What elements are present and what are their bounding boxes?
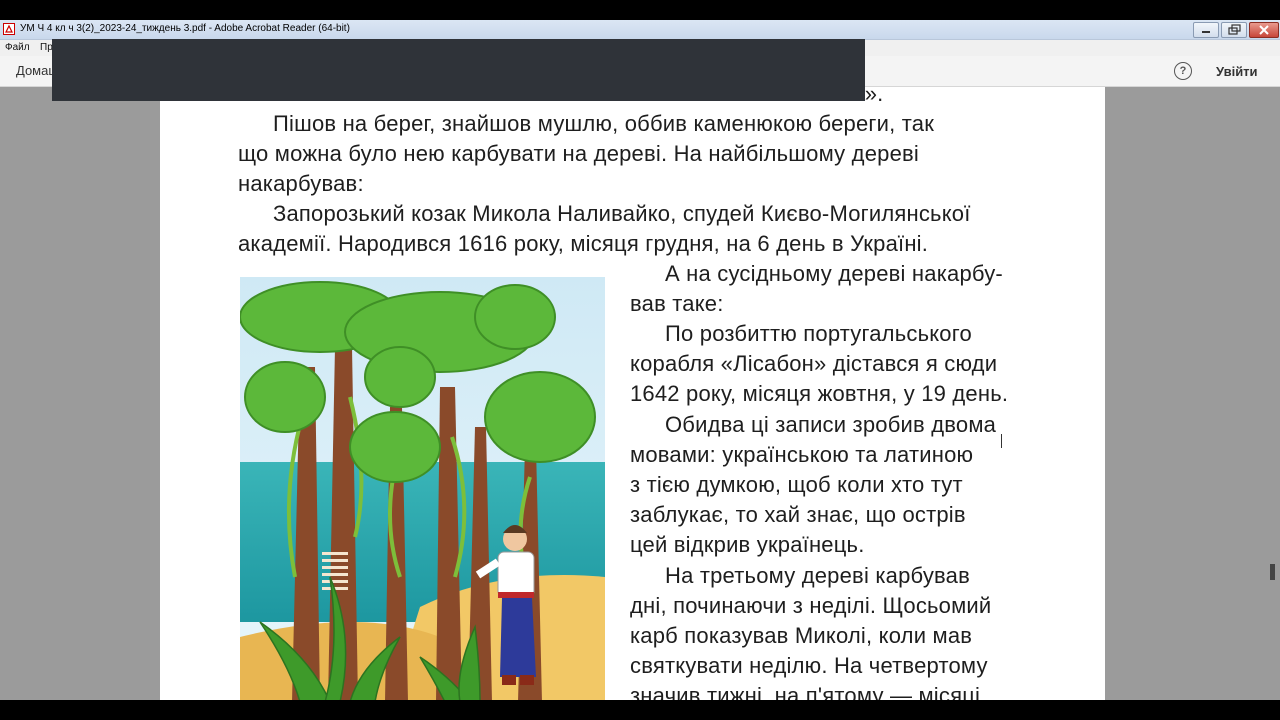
restore-button[interactable]	[1221, 22, 1247, 38]
close-button[interactable]	[1249, 22, 1279, 38]
text-line-17: дні, починаючи з неділі. Щосьомий	[630, 593, 992, 618]
screen-top-border	[0, 0, 1280, 20]
text-line-15: цей відкрив українець.	[630, 532, 865, 557]
text-line-5: академії. Народився 1616 року, місяця гр…	[238, 231, 929, 256]
text-line-4: Запорозький козак Микола Наливайко, спуд…	[273, 201, 971, 226]
text-line-18: карб показував Миколі, коли мав	[630, 623, 973, 648]
screen-bottom-border	[0, 700, 1280, 720]
island-illustration	[240, 277, 605, 700]
menu-edit[interactable]: Пр	[40, 42, 53, 53]
text-line-10: 1642 року, місяця жовтня, у 19 день.	[630, 381, 1009, 406]
text-line-3: накарбував:	[238, 171, 364, 196]
text-line-16: На третьому дереві карбував	[665, 563, 970, 588]
text-line-8: По розбиттю португальського	[665, 321, 972, 346]
text-line-6: А на сусідньому дереві накарбу-	[665, 261, 1003, 286]
acrobat-icon	[3, 23, 15, 35]
sign-in-button[interactable]: Увійти	[1216, 64, 1258, 79]
text-line-2: що можна було нею карбувати на дереві. Н…	[238, 141, 919, 166]
minimize-icon	[1202, 31, 1210, 33]
menu-file[interactable]: Файл	[5, 42, 30, 53]
text-line-20: значив тижні, на п'ятому — місяці,	[630, 683, 987, 700]
text-line-19: святкувати неділю. На четвертому	[630, 653, 988, 678]
text-line-1: Пішов на берег, знайшов мушлю, оббив кам…	[273, 111, 935, 136]
scrollbar-thumb[interactable]	[1270, 564, 1275, 580]
restore-icon	[1228, 24, 1241, 35]
minimize-button[interactable]	[1193, 22, 1219, 38]
text-cursor	[1001, 434, 1002, 448]
title-bar: УМ Ч 4 кл ч 3(2)_2023-24_тиждень 3.pdf -…	[0, 20, 1280, 40]
window-title: УМ Ч 4 кл ч 3(2)_2023-24_тиждень 3.pdf -…	[20, 23, 350, 34]
text-line-9: корабля «Лісабон» дістався я сюди	[630, 351, 998, 376]
pdf-page[interactable]: ати». Пішов на берег, знайшов мушлю, обб…	[160, 87, 1105, 700]
text-line-11: Обидва ці записи зробив двома	[665, 412, 997, 437]
text-line-13: з тією думкою, щоб коли хто тут	[630, 472, 963, 497]
text-line-12: мовами: українською та латиною	[630, 442, 974, 467]
text-line-7: вав таке:	[630, 291, 724, 316]
help-icon[interactable]: ?	[1174, 62, 1192, 80]
text-line-14: заблукає, то хай знає, що острів	[630, 502, 966, 527]
close-icon	[1259, 25, 1269, 35]
redaction-overlay	[52, 39, 865, 101]
